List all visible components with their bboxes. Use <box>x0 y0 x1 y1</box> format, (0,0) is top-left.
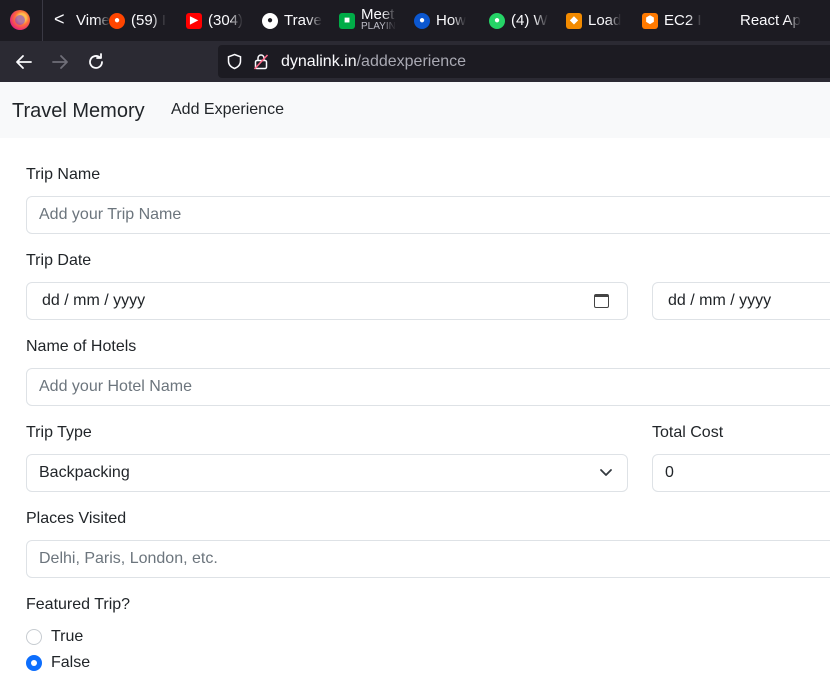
featured-true-option[interactable]: True <box>26 628 83 646</box>
browser-tab-strip: < Vime ● (59) I ▶ (304) ● Trave ■ Meet PLAYIN ● How… <box>0 0 830 41</box>
tab-divider <box>42 0 43 41</box>
trip-type-select[interactable]: Backpacking <box>26 454 628 492</box>
aws-lightsail-icon: ◆ <box>566 12 582 29</box>
forward-arrow-icon[interactable] <box>49 51 71 73</box>
featured-trip-label: Featured Trip? <box>26 596 131 613</box>
aws-ec2-icon: ⬢ <box>642 12 658 29</box>
browser-tab[interactable]: ● How <box>414 0 467 41</box>
back-arrow-icon[interactable] <box>13 51 35 73</box>
featured-false-radio[interactable] <box>26 655 42 671</box>
tab-title-group: Meet PLAYIN <box>361 8 396 33</box>
total-cost-input[interactable]: 0 <box>652 454 830 492</box>
browser-tab[interactable]: ● (59) I <box>109 0 167 41</box>
tab-title: Meet <box>361 8 395 23</box>
trip-type-label: Trip Type <box>26 424 92 441</box>
trip-name-input[interactable]: Add your Trip Name <box>26 196 830 234</box>
reddit-icon: ● <box>109 12 125 29</box>
places-visited-label: Places Visited <box>26 510 127 527</box>
chevron-down-icon <box>599 455 613 505</box>
tab-title: Load <box>588 12 622 29</box>
browser-tab[interactable]: ● (4) W <box>489 0 548 41</box>
nav-link-add-experience[interactable]: Add Experience <box>171 101 284 119</box>
trip-type-value: Backpacking <box>39 464 130 481</box>
browser-tab[interactable]: React Ap <box>740 0 801 41</box>
trip-date-label: Trip Date <box>26 252 92 269</box>
places-visited-input[interactable]: Delhi, Paris, London, etc. <box>26 540 830 578</box>
hotels-label: Name of Hotels <box>26 338 137 355</box>
brand-title[interactable]: Travel Memory <box>12 100 145 123</box>
tab-title: (4) W <box>511 12 548 29</box>
lock-icon[interactable] <box>253 53 269 75</box>
google-meet-icon: ■ <box>339 12 355 29</box>
start-date-placeholder: dd / mm / yyyy <box>42 292 146 309</box>
tab-title: (304) <box>208 12 244 29</box>
url-path: /addexperience <box>356 53 467 70</box>
trip-name-label: Trip Name <box>26 166 101 183</box>
tab-title: EC2 I <box>664 12 702 29</box>
whatsapp-icon: ● <box>489 12 505 29</box>
tab-title: How <box>436 12 467 29</box>
browser-tab[interactable]: ● Trave <box>262 0 322 41</box>
total-cost-label: Total Cost <box>652 424 724 441</box>
end-date-input[interactable]: dd / mm / yyyy <box>652 282 830 320</box>
app-icon: ● <box>414 12 430 29</box>
url-bar[interactable]: dynalink.in/addexperience <box>218 45 830 78</box>
tab-title: Trave <box>284 12 322 29</box>
featured-true-radio[interactable] <box>26 629 42 645</box>
youtube-icon: ▶ <box>186 12 202 29</box>
tab-title: Vime <box>76 12 110 29</box>
reload-icon[interactable] <box>85 51 107 73</box>
start-date-input[interactable]: dd / mm / yyyy <box>26 282 628 320</box>
browser-tab[interactable]: Vime <box>76 0 110 41</box>
firefox-icon[interactable] <box>10 10 30 30</box>
end-date-placeholder: dd / mm / yyyy <box>668 292 772 309</box>
tab-title: (59) I <box>131 12 167 29</box>
browser-tab[interactable]: ⬢ EC2 I <box>642 0 702 41</box>
url-host: dynalink.in <box>281 53 357 70</box>
featured-true-label: True <box>51 628 84 645</box>
tab-scroll-left-icon[interactable]: < <box>54 9 65 30</box>
browser-tab[interactable]: ▶ (304) <box>186 0 244 41</box>
featured-false-option[interactable]: False <box>26 654 90 672</box>
tracking-shield-icon[interactable] <box>226 53 243 75</box>
browser-tab[interactable]: ◆ Load <box>566 0 622 41</box>
hotels-input[interactable]: Add your Hotel Name <box>26 368 830 406</box>
tab-title: React Ap <box>740 12 801 29</box>
browser-nav-bar: dynalink.in/addexperience <box>0 41 830 82</box>
github-icon: ● <box>262 12 278 29</box>
featured-false-label: False <box>51 654 91 671</box>
url-text[interactable]: dynalink.in/addexperience <box>281 53 466 71</box>
calendar-icon[interactable] <box>594 294 609 308</box>
browser-tab[interactable]: ■ Meet PLAYIN <box>339 0 396 41</box>
tab-subtitle: PLAYIN <box>361 20 396 32</box>
